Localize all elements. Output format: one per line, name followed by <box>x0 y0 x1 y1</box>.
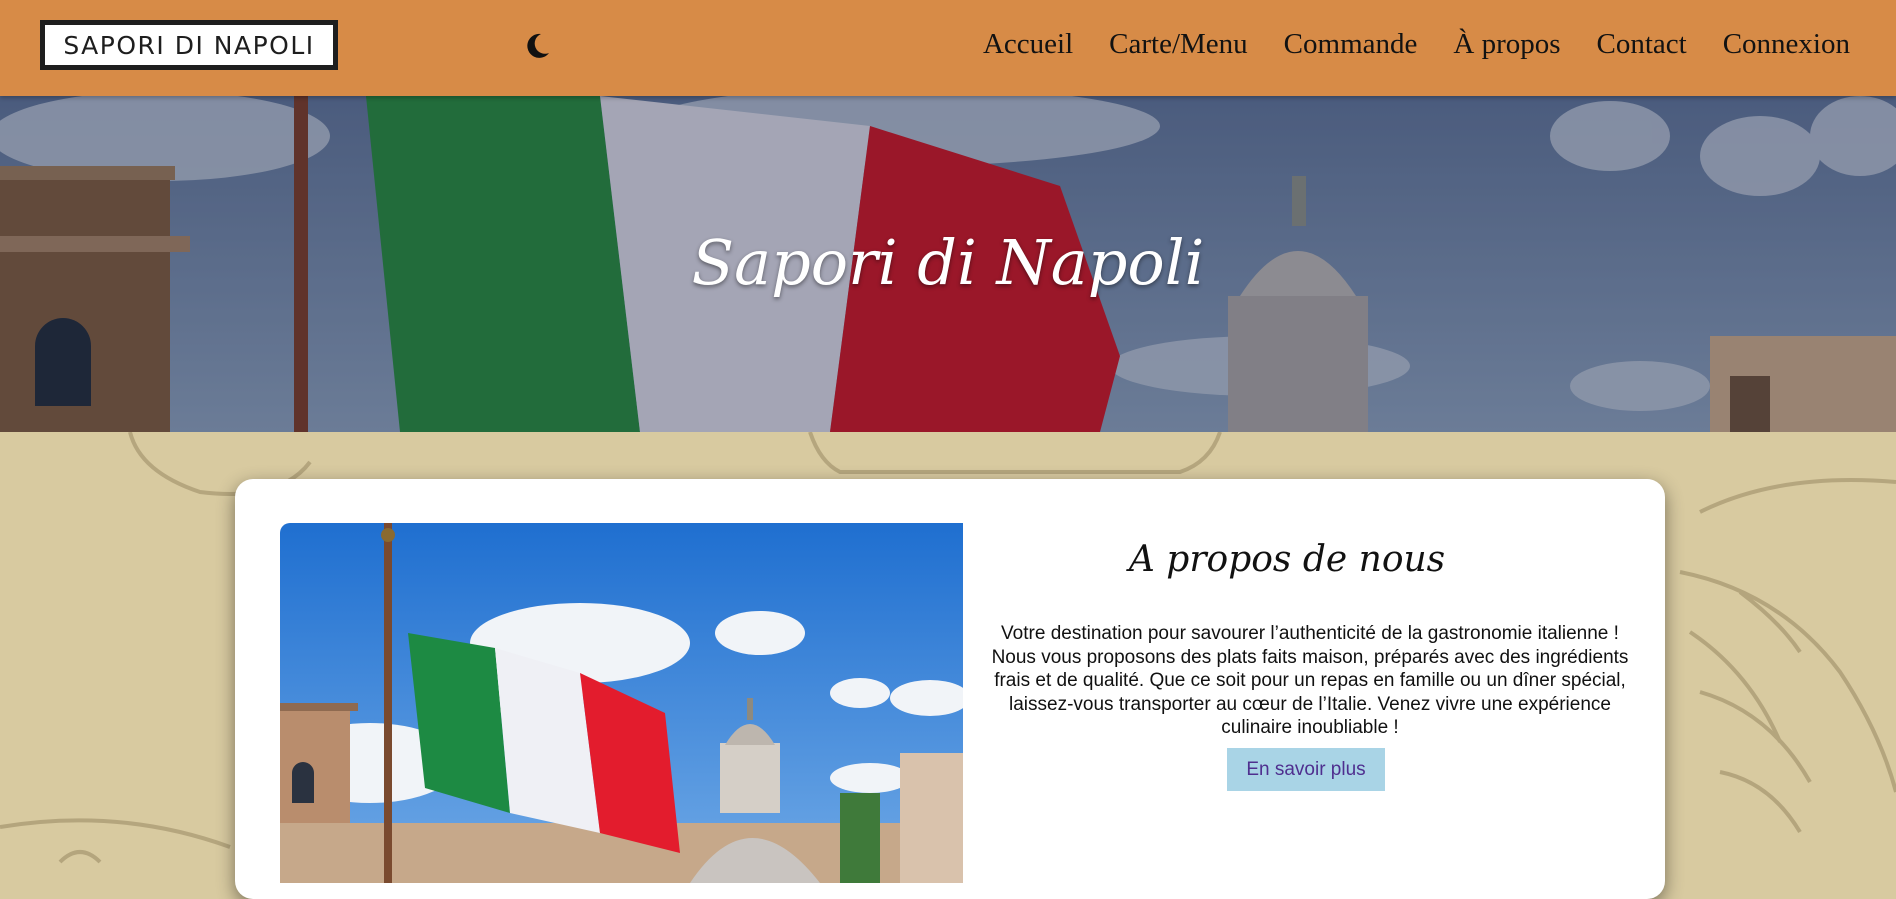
learn-more-button[interactable]: En savoir plus <box>1227 748 1385 791</box>
nav-link-commande[interactable]: Commande <box>1284 28 1418 61</box>
about-description: Votre destination pour savourer l’authen… <box>991 623 1629 738</box>
main-nav: Accueil Carte/Menu Commande À propos Con… <box>983 28 1850 61</box>
moon-icon[interactable] <box>522 31 552 61</box>
hero-banner: Sapori di Napoli <box>0 96 1896 432</box>
about-card: A propos de nous Votre destination pour … <box>235 479 1665 899</box>
nav-link-contact[interactable]: Contact <box>1597 28 1687 61</box>
site-logo[interactable]: SAPORI DI NAPOLI <box>40 20 338 70</box>
about-title: A propos de nous <box>1128 539 1446 580</box>
site-header: SAPORI DI NAPOLI Accueil Carte/Menu Comm… <box>0 0 1896 96</box>
hero-title: Sapori di Napoli <box>691 226 1205 299</box>
nav-link-accueil[interactable]: Accueil <box>983 28 1073 61</box>
nav-link-connexion[interactable]: Connexion <box>1723 28 1850 61</box>
about-image <box>280 523 963 883</box>
nav-link-a-propos[interactable]: À propos <box>1453 28 1560 61</box>
nav-link-menu[interactable]: Carte/Menu <box>1109 28 1248 61</box>
logo-text: SAPORI DI NAPOLI <box>63 30 315 60</box>
